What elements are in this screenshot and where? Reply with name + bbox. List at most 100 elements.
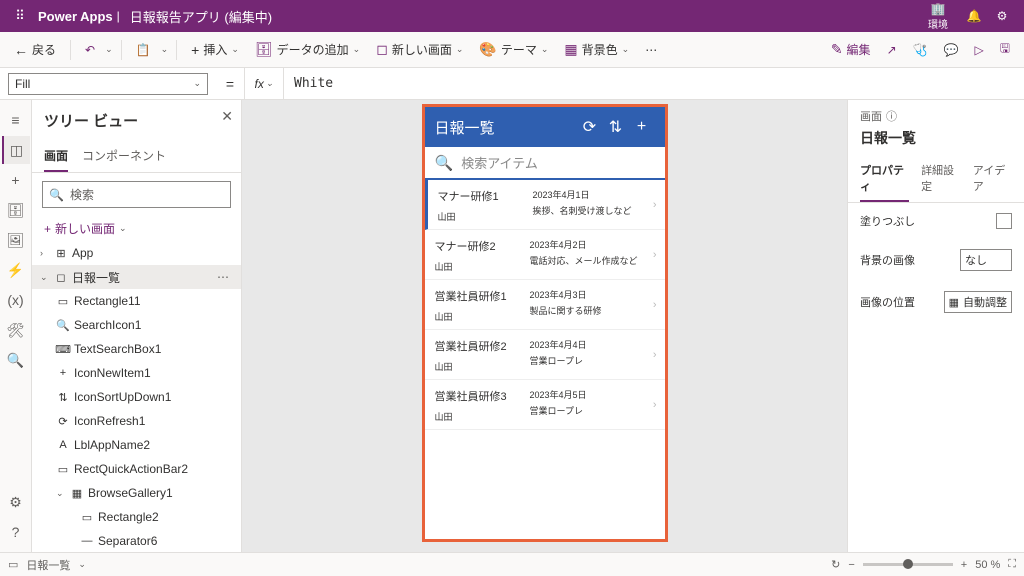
rail-tree-icon[interactable]: ◫ <box>2 136 30 164</box>
add-data-button[interactable]: 🗄データの追加⌄ <box>249 37 366 62</box>
gallery-item[interactable]: 営業社員研修12023年4月3日山田製品に関する研修› <box>425 280 665 330</box>
undo-button[interactable]: ↶ <box>79 39 101 61</box>
rail-search-icon[interactable]: 🔍 <box>2 346 30 374</box>
color-swatch[interactable] <box>996 213 1012 229</box>
tab-screens[interactable]: 画面 <box>44 141 68 172</box>
new-screen-button[interactable]: ◻新しい画面⌄ <box>370 37 469 62</box>
tree-item[interactable]: —Separator6 <box>32 529 241 552</box>
tree-item[interactable]: ⟳IconRefresh1 <box>32 409 241 433</box>
gallery-item[interactable]: 営業社員研修32023年4月5日山田営業ロープレ› <box>425 380 665 430</box>
rail-variables-icon[interactable]: (x) <box>2 286 30 314</box>
rail-insert-icon[interactable]: + <box>2 166 30 194</box>
rail-hamburger-icon[interactable]: ≡ <box>2 106 30 134</box>
tree-item[interactable]: ⇅IconSortUpDown1 <box>32 385 241 409</box>
comments-icon[interactable]: 💬 <box>938 39 965 61</box>
rail-advanced-icon[interactable]: 🛠 <box>2 316 30 344</box>
more-button[interactable]: ⋯ <box>639 39 663 61</box>
tree-view-pane: ✕ ツリー ビュー 画面 コンポーネント 🔍 検索 + 新しい画面 ⌄ ›⊞Ap… <box>32 100 242 552</box>
search-box[interactable]: 🔍検索アイテム <box>425 147 665 180</box>
bg-image-select[interactable]: なし <box>960 249 1012 271</box>
checker-icon[interactable]: 🩺 <box>907 39 934 61</box>
gear-icon[interactable]: ⚙ <box>988 2 1016 30</box>
tree-item[interactable]: ▭Rectangle2 <box>32 505 241 529</box>
app-header-title: 日報一覧 <box>435 117 577 138</box>
chevron-right-icon[interactable]: › <box>653 199 657 211</box>
waffle-icon[interactable]: ⠿ <box>8 4 32 28</box>
rail-media-icon[interactable]: 🖼 <box>2 226 30 254</box>
select-mode-icon[interactable]: ▭ <box>8 558 18 571</box>
app-header: 日報一覧 ⟳ ⇅ + <box>425 107 665 147</box>
selected-control-name: 日報一覧 <box>848 128 1024 156</box>
tab-ideas[interactable]: アイデア <box>973 156 1012 202</box>
back-button[interactable]: ←戻る <box>8 37 62 62</box>
zoom-in-icon[interactable]: + <box>961 559 967 571</box>
tree-item[interactable]: ⌄▦BrowseGallery1 <box>32 481 241 505</box>
properties-pane: 画面 ⓘ 日報一覧 プロパティ 詳細設定 アイデア 塗りつぶし 背景の画像なし … <box>847 100 1024 552</box>
formula-bar: Fill⌄ = fx ⌄ White <box>0 68 1024 100</box>
phone-preview[interactable]: 日報一覧 ⟳ ⇅ + 🔍検索アイテム マナー研修12023年4月1日山田挨拶、名… <box>422 104 668 542</box>
tree-search-input[interactable]: 🔍 検索 <box>42 181 231 208</box>
command-bar: ←戻る ↶⌄ 📋⌄ +挿入⌄ 🗄データの追加⌄ ◻新しい画面⌄ 🎨テーマ⌄ ▦背… <box>0 32 1024 68</box>
search-icon: 🔍 <box>435 154 454 172</box>
tree-item[interactable]: ▭Rectangle11 <box>32 289 241 313</box>
paste-button[interactable]: 📋 <box>130 39 157 61</box>
tree-item[interactable]: ▭RectQuickActionBar2 <box>32 457 241 481</box>
refresh-icon[interactable]: ⟳ <box>577 117 603 137</box>
save-icon[interactable]: 🖫 <box>994 35 1016 64</box>
zoom-out-icon[interactable]: − <box>848 559 854 571</box>
tree-item[interactable]: ⌨TextSearchBox1 <box>32 337 241 361</box>
title-bar: ⠿ Power Apps | 日報報告アプリ (編集中) 🏢環境 🔔 ⚙ <box>0 0 1024 32</box>
insert-button[interactable]: +挿入⌄ <box>185 37 245 62</box>
add-icon[interactable]: + <box>629 118 655 136</box>
tree-item[interactable]: ⌄◻日報一覧⋯ <box>32 265 241 289</box>
gallery-item[interactable]: 営業社員研修22023年4月4日山田営業ロープレ› <box>425 330 665 380</box>
breadcrumb[interactable]: 日報一覧 <box>26 557 70 573</box>
more-icon[interactable]: ⋯ <box>213 270 233 284</box>
tree-view-title: ツリー ビュー <box>44 110 229 131</box>
status-bar: ▭ 日報一覧⌄ ↻ − + 50 % ⛶ <box>0 552 1024 576</box>
info-icon[interactable]: ⓘ <box>886 108 897 124</box>
left-rail: ≡ ◫ + 🗄 🖼 ⚡ (x) 🛠 🔍 ⚙ ? <box>0 100 32 552</box>
prop-bg-image: 背景の画像なし <box>848 239 1024 281</box>
zoom-slider[interactable] <box>863 563 953 566</box>
chevron-right-icon[interactable]: › <box>653 349 657 361</box>
share-icon[interactable]: ↗ <box>881 39 903 61</box>
product-brand: Power Apps <box>38 9 113 24</box>
tree-item[interactable]: +IconNewItem1 <box>32 361 241 385</box>
theme-button[interactable]: 🎨テーマ⌄ <box>473 37 554 62</box>
tab-properties[interactable]: プロパティ <box>860 156 909 202</box>
tab-advanced[interactable]: 詳細設定 <box>921 156 961 202</box>
tree-item[interactable]: ›⊞App <box>32 241 241 265</box>
environment-picker[interactable]: 🏢環境 <box>928 2 948 31</box>
rail-data-icon[interactable]: 🗄 <box>2 196 30 224</box>
bell-icon[interactable]: 🔔 <box>960 2 988 30</box>
rail-power-icon[interactable]: ⚡ <box>2 256 30 284</box>
prop-fill: 塗りつぶし <box>848 203 1024 239</box>
bg-color-button[interactable]: ▦背景色⌄ <box>558 37 635 62</box>
fit-icon[interactable]: ⛶ <box>1008 558 1016 571</box>
property-selector[interactable]: Fill⌄ <box>8 73 208 95</box>
chevron-right-icon[interactable]: › <box>653 249 657 261</box>
image-position-select[interactable]: ▦ 自動調整 <box>944 291 1012 313</box>
gallery-item[interactable]: マナー研修22023年4月2日山田電話対応、メール作成など› <box>425 230 665 280</box>
edit-button[interactable]: ✎編集 <box>825 37 877 62</box>
formula-input[interactable]: White <box>284 76 1024 91</box>
rail-settings-icon[interactable]: ⚙ <box>2 488 30 516</box>
chevron-right-icon[interactable]: › <box>653 399 657 411</box>
canvas[interactable]: 日報一覧 ⟳ ⇅ + 🔍検索アイテム マナー研修12023年4月1日山田挨拶、名… <box>242 100 847 552</box>
app-title: 日報報告アプリ (編集中) <box>130 7 272 26</box>
rail-help-icon[interactable]: ? <box>2 518 30 546</box>
orientation-icon[interactable]: ↻ <box>831 558 840 571</box>
close-icon[interactable]: ✕ <box>221 108 233 125</box>
tab-components[interactable]: コンポーネント <box>82 141 166 172</box>
zoom-value: 50 % <box>975 559 1000 571</box>
tree-item[interactable]: 🔍SearchIcon1 <box>32 313 241 337</box>
tree-item[interactable]: ALblAppName2 <box>32 433 241 457</box>
new-screen-link[interactable]: + 新しい画面 ⌄ <box>32 216 241 241</box>
sort-icon[interactable]: ⇅ <box>603 117 629 137</box>
fx-icon[interactable]: fx ⌄ <box>244 68 284 99</box>
gallery-item[interactable]: マナー研修12023年4月1日山田挨拶、名刺受け渡しなど› <box>425 180 665 230</box>
chevron-right-icon[interactable]: › <box>653 299 657 311</box>
tree: ›⊞App ⌄◻日報一覧⋯ ▭Rectangle11 🔍SearchIcon1 … <box>32 241 241 552</box>
preview-icon[interactable]: ▷ <box>969 39 990 61</box>
